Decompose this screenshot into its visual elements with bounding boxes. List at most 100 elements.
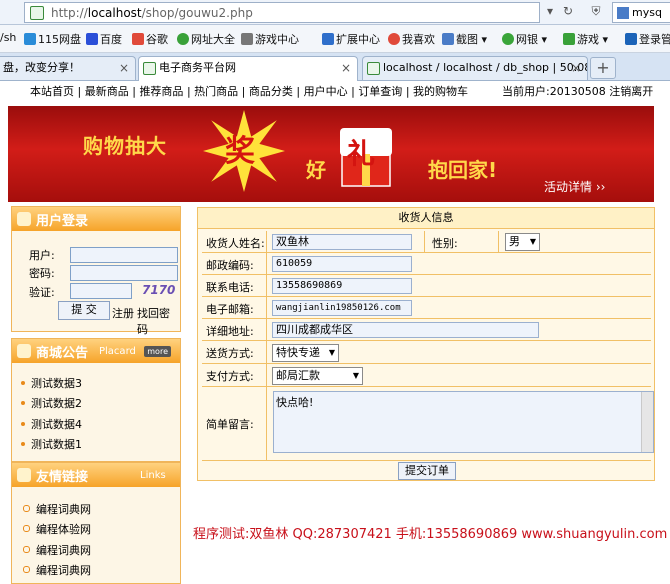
- logout-link[interactable]: 注销离开: [609, 85, 653, 98]
- bookmark-extensions[interactable]: 扩展中心: [322, 31, 380, 47]
- current-user-id: 20130508: [549, 85, 606, 98]
- promo-banner[interactable]: 购物抽大 奖 好 礼 抱回家! 活动详情 ››: [8, 106, 654, 202]
- notice-subtitle: Placard: [99, 346, 136, 357]
- name-input[interactable]: 双鱼林: [272, 234, 412, 250]
- extension-icon: [617, 7, 629, 19]
- extension-box[interactable]: mysq: [612, 2, 670, 23]
- email-input[interactable]: wangjianlin19850126.com: [272, 300, 412, 316]
- banner-cta[interactable]: 活动详情 ››: [544, 178, 605, 195]
- bookmarks-bar: /sh 115网盘 百度 谷歌 网址大全 游戏中心 扩展中心 我喜欢 截图 ▾ …: [0, 25, 670, 53]
- email-label: 电子邮箱:: [206, 303, 254, 316]
- game-icon: [563, 33, 575, 45]
- address-bar-area: http://localhost/shop/gouwu2.php ▾ ↻ ⛨ m…: [0, 0, 670, 25]
- banner-text-3: 抱回家!: [428, 158, 498, 182]
- close-icon[interactable]: ×: [119, 57, 129, 79]
- friend-link[interactable]: 编程词典网: [23, 562, 91, 578]
- bookmark-bank[interactable]: 网银 ▾: [502, 31, 547, 47]
- register-link[interactable]: 注册: [112, 305, 134, 321]
- close-icon[interactable]: ×: [341, 57, 351, 79]
- banner-prize-char: 奖: [225, 134, 255, 169]
- close-icon[interactable]: ×: [571, 57, 581, 79]
- nav-new[interactable]: 最新商品: [85, 85, 129, 98]
- notice-item[interactable]: 测试数据1: [21, 436, 82, 452]
- row-phone: 联系电话: 13558690869: [202, 275, 651, 297]
- nav-hot[interactable]: 热门商品: [194, 85, 238, 98]
- gamepad-icon: [241, 33, 253, 45]
- nav-recommend[interactable]: 推荐商品: [139, 85, 183, 98]
- nav-user-center[interactable]: 用户中心: [304, 85, 348, 98]
- scissors-icon: [442, 33, 454, 45]
- links-subtitle: Links: [140, 470, 166, 481]
- notice-item[interactable]: 测试数据2: [21, 395, 82, 411]
- password-input[interactable]: [70, 265, 178, 281]
- payment-select[interactable]: 邮局汇款 ▼: [272, 367, 363, 385]
- url-field[interactable]: http://localhost/shop/gouwu2.php: [24, 2, 540, 23]
- dropdown-icon[interactable]: ▾: [542, 3, 558, 19]
- globe-icon: [177, 33, 189, 45]
- bookmark-login[interactable]: 登录管家: [625, 31, 670, 47]
- bookmark-games2[interactable]: 游戏 ▾: [563, 31, 608, 47]
- form-title: 收货人信息: [198, 208, 654, 229]
- chevron-down-icon: ▼: [352, 371, 359, 380]
- consignee-form: 收货人信息 收货人姓名: 双鱼林 性别: 男 ▼ 邮政编码: 610059 联系电…: [197, 207, 655, 481]
- links-panel: 友情链接 Links 编程词典网 编程体验网 编程词典网 编程词典网: [11, 462, 181, 584]
- user-icon: [17, 212, 31, 226]
- remark-label: 简单留言:: [206, 418, 254, 431]
- row-email: 电子邮箱: wangjianlin19850126.com: [202, 297, 651, 319]
- shipping-select[interactable]: 特快专递 ▼: [272, 344, 339, 362]
- url-host: localhost: [87, 6, 142, 20]
- bookmark-games[interactable]: 游戏中心: [241, 31, 299, 47]
- site-nav: 本站首页 | 最新商品 | 推荐商品 | 热门商品 | 商品分类 | 用户中心 …: [0, 81, 670, 103]
- scrollbar[interactable]: [641, 392, 653, 452]
- password-label: 密码:: [29, 267, 55, 280]
- row-zip: 邮政编码: 610059: [202, 253, 651, 275]
- banner-text-2: 好: [306, 158, 326, 182]
- friend-link[interactable]: 编程词典网: [23, 542, 91, 558]
- bookmark-baidu[interactable]: 百度: [86, 31, 122, 47]
- nav-category[interactable]: 商品分类: [249, 85, 293, 98]
- notice-item[interactable]: 测试数据3: [21, 375, 82, 391]
- new-tab-button[interactable]: +: [590, 57, 616, 79]
- nav-order-query[interactable]: 订单查询: [358, 85, 402, 98]
- chevron-down-icon: ▼: [529, 237, 536, 246]
- notice-panel: 商城公告 Placard more 测试数据3 测试数据2 测试数据4 测试数据…: [11, 338, 181, 462]
- row-payment: 支付方式: 邮局汇款 ▼: [202, 364, 651, 387]
- bookmark-like[interactable]: 我喜欢: [388, 31, 435, 47]
- phone-input[interactable]: 13558690869: [272, 278, 412, 294]
- captcha-input[interactable]: [70, 283, 132, 299]
- tab-shop[interactable]: 电子商务平台网 ×: [138, 56, 358, 81]
- bookmark-sh[interactable]: /sh: [0, 31, 16, 44]
- bookmark-screenshot[interactable]: 截图 ▾: [442, 31, 487, 47]
- address-input[interactable]: 四川成都成华区: [272, 322, 539, 338]
- remark-textarea[interactable]: 快点哈!: [273, 391, 654, 453]
- username-input[interactable]: [70, 247, 178, 263]
- more-button[interactable]: more: [144, 346, 171, 357]
- friend-link[interactable]: 编程词典网: [23, 501, 91, 517]
- submit-order-button[interactable]: 提交订单: [398, 462, 456, 480]
- google-icon: [132, 33, 144, 45]
- gender-select[interactable]: 男 ▼: [505, 233, 540, 251]
- payment-label: 支付方式:: [206, 370, 254, 383]
- notice-item[interactable]: 测试数据4: [21, 416, 82, 432]
- shield-icon[interactable]: ⛨: [588, 3, 604, 19]
- friend-link[interactable]: 编程体验网: [23, 521, 91, 537]
- bookmark-hao[interactable]: 网址大全: [177, 31, 235, 47]
- tab-phpmyadmin[interactable]: localhost / localhost / db_shop | 50.08 ×: [362, 56, 588, 80]
- bookmark-115[interactable]: 115网盘: [24, 31, 81, 47]
- heart-icon: [388, 33, 400, 45]
- nav-links: 本站首页 | 最新商品 | 推荐商品 | 热门商品 | 商品分类 | 用户中心 …: [30, 85, 469, 98]
- login-submit-button[interactable]: 提 交: [58, 301, 110, 320]
- zip-input[interactable]: 610059: [272, 256, 412, 272]
- row-name: 收货人姓名: 双鱼林 性别: 男 ▼: [202, 231, 651, 253]
- forgot-password-link[interactable]: 找回密码: [137, 305, 180, 337]
- nav-home[interactable]: 本站首页: [30, 85, 74, 98]
- nav-cart[interactable]: 我的购物车: [413, 85, 468, 98]
- row-address: 详细地址: 四川成都成华区: [202, 319, 651, 341]
- bookmark-google[interactable]: 谷歌: [132, 31, 168, 47]
- banner-text-1: 购物抽大: [83, 134, 167, 158]
- tab-share[interactable]: 盘，改变分享！ ×: [0, 56, 136, 80]
- current-user: 当前用户:20130508 注销离开: [502, 85, 654, 98]
- links-title: 友情链接: [36, 470, 89, 485]
- refresh-icon[interactable]: ↻: [560, 3, 576, 19]
- key-icon: [625, 33, 637, 45]
